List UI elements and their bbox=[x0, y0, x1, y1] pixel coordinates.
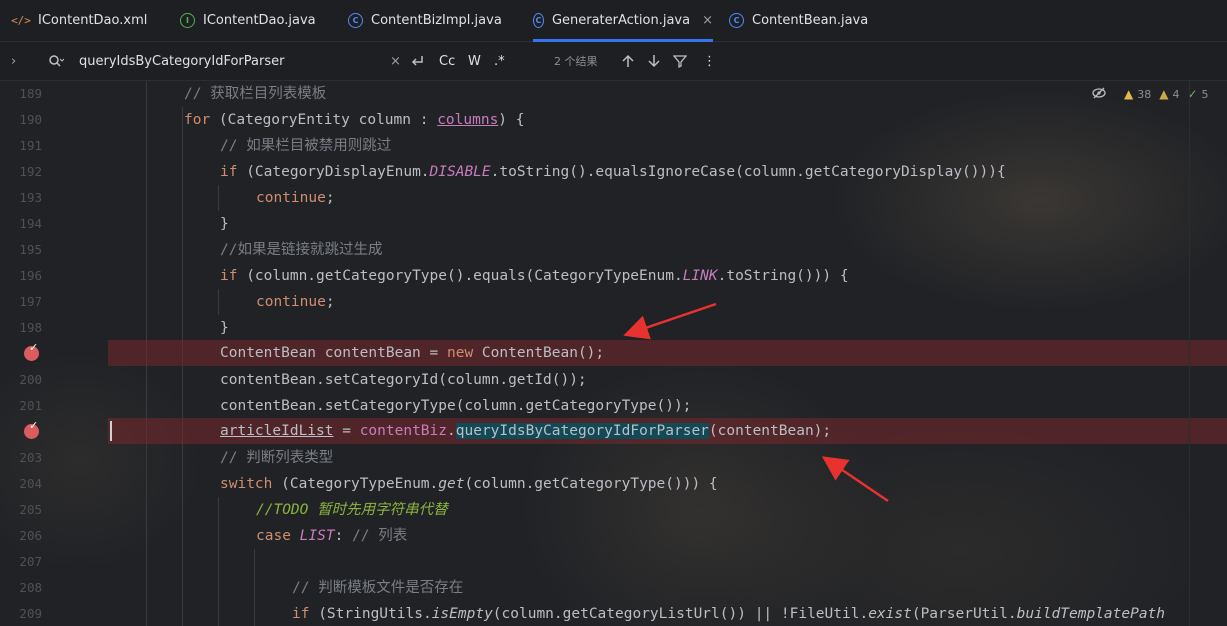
regex-button[interactable]: .* bbox=[494, 42, 505, 80]
previous-occurrence-icon[interactable] bbox=[622, 42, 634, 80]
xml-file-icon: </> bbox=[11, 14, 31, 27]
editor-tab-bar: </> IContentDao.xml I IContentDao.java C… bbox=[0, 0, 1227, 42]
arrow-to-query-call bbox=[821, 456, 889, 503]
new-line-icon[interactable] bbox=[411, 42, 425, 80]
tab-icontentdao-java[interactable]: I IContentDao.java bbox=[180, 0, 316, 41]
next-occurrence-icon[interactable] bbox=[648, 42, 660, 80]
expand-replace-icon[interactable]: › bbox=[11, 42, 16, 80]
tab-contentbean-java[interactable]: C ContentBean.java bbox=[729, 0, 868, 41]
close-tab-icon[interactable]: × bbox=[702, 13, 713, 28]
class-file-icon: C bbox=[533, 13, 544, 28]
tab-generateraction-java[interactable]: C GeneraterAction.java × bbox=[533, 0, 713, 42]
clear-search-icon[interactable]: × bbox=[390, 42, 401, 80]
tab-icontentdao-xml[interactable]: </> IContentDao.xml bbox=[11, 0, 148, 41]
match-case-button[interactable]: Cc bbox=[439, 42, 455, 80]
class-file-icon: C bbox=[348, 13, 363, 28]
filter-icon[interactable] bbox=[673, 42, 687, 80]
more-options-icon[interactable]: ⋮ bbox=[703, 42, 716, 80]
tab-label: IContentDao.xml bbox=[38, 13, 148, 28]
tab-label: IContentDao.java bbox=[203, 13, 316, 28]
class-file-icon: C bbox=[729, 13, 744, 28]
tab-label: ContentBean.java bbox=[752, 13, 869, 28]
annotation-arrows bbox=[623, 302, 889, 503]
whole-words-button[interactable]: W bbox=[468, 42, 481, 80]
search-result-count: 2 个结果 bbox=[554, 55, 598, 68]
code-editor[interactable]: 189 190 191 192 193 194 195 196 197 198 … bbox=[0, 81, 1227, 626]
tab-label: GeneraterAction.java bbox=[551, 13, 691, 28]
tab-contentbizimpl-java[interactable]: C ContentBizImpl.java bbox=[348, 0, 502, 41]
search-input[interactable]: queryIdsByCategoryIdForParser bbox=[79, 42, 284, 80]
search-history-icon[interactable] bbox=[48, 42, 64, 80]
tab-label: ContentBizImpl.java bbox=[371, 13, 502, 28]
arrow-to-new-contentbean bbox=[623, 302, 717, 340]
find-bar: › queryIdsByCategoryIdForParser × Cc W .… bbox=[0, 42, 1227, 81]
interface-file-icon: I bbox=[180, 13, 195, 28]
